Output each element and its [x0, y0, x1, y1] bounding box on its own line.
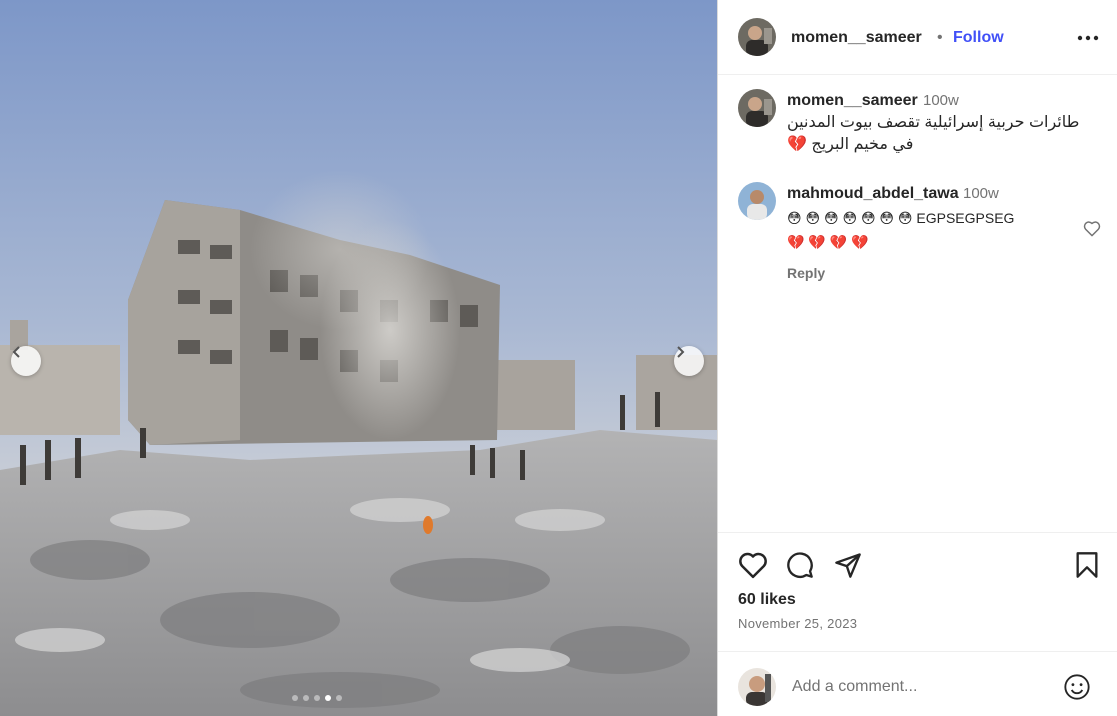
post-side-panel: momen__sameer • Follow momen__sameer 100… — [717, 0, 1117, 716]
reply-button[interactable]: Reply — [787, 265, 825, 281]
carousel-dot — [303, 695, 309, 701]
current-user-avatar — [738, 668, 776, 706]
like-comment-button[interactable] — [1083, 220, 1101, 242]
add-comment-row — [718, 651, 1117, 716]
share-button[interactable] — [834, 551, 862, 584]
caption-timestamp[interactable]: 100w — [923, 92, 959, 109]
share-icon — [835, 553, 861, 578]
heart-icon — [1083, 221, 1101, 237]
comment-button[interactable] — [786, 551, 814, 584]
like-button[interactable] — [738, 551, 768, 584]
chevron-right-icon — [677, 346, 685, 358]
post-photo — [0, 0, 717, 716]
comment-username[interactable]: mahmoud_abdel_tawa — [787, 185, 959, 203]
previous-slide-button[interactable] — [11, 346, 41, 376]
likes-count[interactable]: 60 likes — [738, 591, 796, 609]
comment-icon — [787, 552, 813, 578]
next-slide-button[interactable] — [674, 346, 704, 376]
heart-icon — [739, 552, 767, 579]
caption-line: في مخيم البريج 💔 — [787, 136, 914, 153]
caption-avatar[interactable] — [738, 89, 776, 127]
carousel-dot — [336, 695, 342, 701]
comment-timestamp[interactable]: 100w — [963, 185, 999, 202]
add-comment-input[interactable] — [792, 675, 1052, 699]
more-horizontal-icon — [1077, 35, 1099, 41]
caption-username[interactable]: momen__sameer — [787, 92, 918, 110]
post-media[interactable] — [0, 0, 717, 716]
separator-dot: • — [937, 29, 943, 46]
chevron-left-icon — [12, 346, 20, 358]
caption-line: طائرات حربية إسرائيلية تقصف بيوت المدنين — [787, 114, 1080, 131]
comments-section[interactable]: momen__sameer 100w طائرات حربية إسرائيلي… — [718, 75, 1117, 532]
post-date[interactable]: November 25, 2023 — [738, 616, 857, 631]
post-header: momen__sameer • Follow — [718, 0, 1117, 75]
bookmark-icon — [1076, 552, 1098, 578]
author-username[interactable]: momen__sameer — [791, 29, 922, 47]
carousel-dot — [292, 695, 298, 701]
post-actions: 60 likes November 25, 2023 — [718, 532, 1117, 716]
emoji-icon — [1064, 674, 1090, 700]
emoji-button[interactable] — [1063, 673, 1091, 706]
more-options-button[interactable] — [1076, 28, 1100, 48]
commenter-avatar[interactable] — [738, 182, 776, 220]
carousel-dot — [314, 695, 320, 701]
carousel-dot-active — [325, 695, 331, 701]
comment-text: 😳 😳 😳 😳 😳 😳 😳 EGPSEGPSEG 💔 💔 💔 💔 — [787, 206, 1077, 254]
save-button[interactable] — [1075, 551, 1099, 584]
caption-text: طائرات حربية إسرائيلية تقصف بيوت المدنين… — [787, 112, 1087, 156]
author-avatar[interactable] — [738, 18, 776, 56]
follow-button[interactable]: Follow — [953, 29, 1004, 47]
carousel-indicator — [292, 695, 342, 701]
comment-line: 😳 😳 😳 😳 😳 😳 😳 EGPSEGPSEG — [787, 210, 1015, 226]
comment-line: 💔 💔 💔 💔 — [787, 234, 869, 250]
